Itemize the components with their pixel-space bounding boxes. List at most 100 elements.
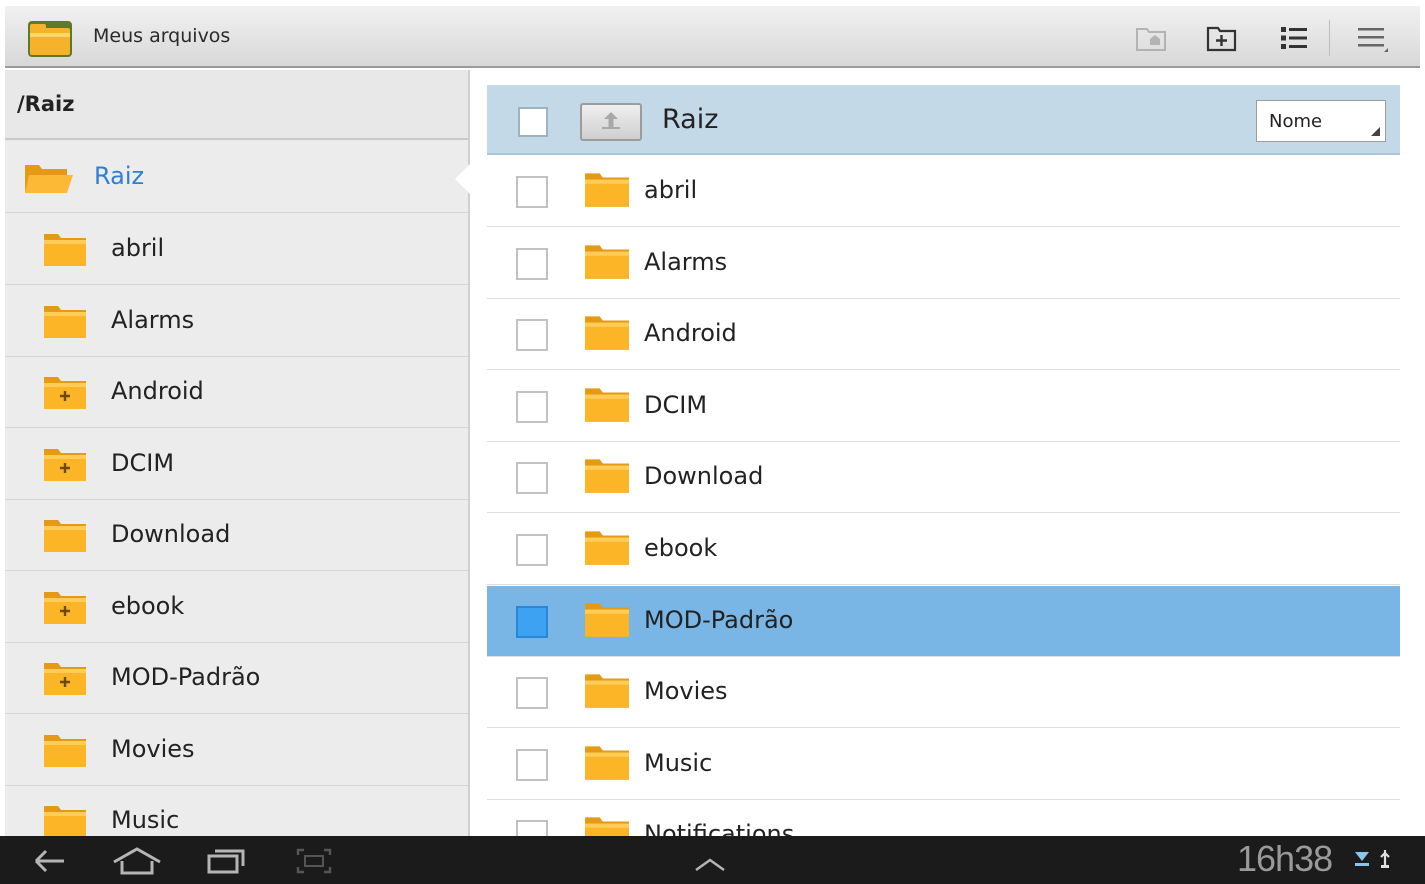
row-checkbox[interactable] bbox=[516, 390, 548, 423]
folder-icon bbox=[584, 528, 630, 570]
tree-item-label: ebook bbox=[111, 591, 185, 620]
screenshot-icon[interactable] bbox=[294, 846, 334, 880]
usb-status-icon bbox=[1377, 848, 1393, 868]
sort-dropdown[interactable]: Nome bbox=[1256, 100, 1386, 142]
tree-item-label: Android bbox=[111, 377, 204, 405]
home-icon[interactable] bbox=[110, 846, 164, 880]
file-name: Alarms bbox=[644, 247, 728, 276]
file-name: Notifications bbox=[644, 820, 795, 836]
selection-pointer bbox=[455, 162, 472, 196]
row-checkbox[interactable] bbox=[516, 319, 548, 352]
folder-icon bbox=[43, 732, 87, 772]
tree-item-root[interactable]: Raiz bbox=[5, 142, 468, 213]
file-row[interactable]: Movies bbox=[487, 657, 1400, 729]
dropdown-corner-icon bbox=[1371, 127, 1380, 136]
folder-icon bbox=[43, 303, 87, 343]
file-row[interactable]: Download bbox=[487, 442, 1400, 514]
folder-icon bbox=[584, 242, 630, 284]
status-icons bbox=[1352, 848, 1393, 870]
folder-icon bbox=[584, 313, 630, 355]
sort-dropdown-value: Nome bbox=[1269, 111, 1323, 132]
path-bar: /Raiz bbox=[5, 70, 468, 140]
folder-icon bbox=[584, 170, 630, 212]
file-name: MOD-Padrão bbox=[644, 605, 794, 634]
tree-item[interactable]: Movies bbox=[5, 715, 468, 786]
list-header-title: Raiz bbox=[662, 104, 719, 135]
tree-item[interactable]: ebook bbox=[5, 572, 468, 643]
file-name: DCIM bbox=[644, 390, 708, 419]
folder-icon bbox=[584, 743, 630, 785]
folder-icon bbox=[584, 456, 630, 498]
row-checkbox[interactable] bbox=[516, 748, 548, 781]
row-checkbox[interactable] bbox=[516, 176, 548, 208]
folder-icon bbox=[584, 671, 630, 713]
file-row[interactable]: Music bbox=[487, 728, 1400, 800]
folder-icon bbox=[584, 385, 630, 427]
tree-item[interactable]: Alarms bbox=[5, 286, 468, 357]
folder-icon bbox=[584, 600, 630, 642]
file-row[interactable]: ebook bbox=[487, 514, 1400, 585]
back-icon[interactable] bbox=[30, 846, 70, 880]
tree-item[interactable]: abril bbox=[5, 214, 468, 285]
file-list-panel: Raiz Nome abril Alarms Android DCIM Download… bbox=[472, 70, 1420, 836]
tree-item-label: Download bbox=[111, 520, 231, 548]
menu-icon[interactable] bbox=[1351, 18, 1393, 58]
file-row[interactable]: abril bbox=[487, 156, 1400, 227]
action-bar-divider bbox=[1329, 20, 1330, 56]
home-folder-icon[interactable] bbox=[1131, 18, 1173, 58]
tree-item-label: Music bbox=[111, 806, 180, 834]
expand-up-icon[interactable] bbox=[690, 846, 730, 880]
up-folder-button[interactable] bbox=[580, 103, 642, 141]
folder-expand-icon bbox=[43, 446, 87, 486]
system-nav-bar: 16h38 bbox=[0, 836, 1425, 884]
new-folder-icon[interactable] bbox=[1201, 18, 1243, 58]
row-checkbox[interactable] bbox=[516, 462, 548, 495]
folder-icon bbox=[43, 517, 87, 557]
tree-item[interactable]: Music bbox=[5, 786, 468, 836]
row-checkbox[interactable] bbox=[516, 677, 548, 710]
file-name: ebook bbox=[644, 534, 718, 562]
current-path: /Raiz bbox=[17, 92, 75, 116]
tree-item-label: abril bbox=[111, 234, 165, 262]
list-view-icon[interactable] bbox=[1274, 18, 1316, 58]
tree-item[interactable]: Android bbox=[5, 357, 468, 428]
folder-icon bbox=[43, 231, 87, 271]
file-name: abril bbox=[644, 176, 698, 204]
select-all-checkbox[interactable] bbox=[518, 107, 548, 137]
file-name: Download bbox=[644, 462, 764, 491]
row-checkbox[interactable] bbox=[516, 247, 548, 280]
tree-item-label: Movies bbox=[111, 734, 195, 763]
tree-item-label: DCIM bbox=[111, 448, 175, 477]
folder-icon bbox=[584, 814, 630, 836]
file-name: Music bbox=[644, 748, 713, 777]
app-folder-icon[interactable] bbox=[27, 20, 73, 58]
file-row[interactable]: Android bbox=[487, 299, 1400, 371]
file-row[interactable]: DCIM bbox=[487, 370, 1400, 442]
file-name: Movies bbox=[644, 677, 728, 706]
open-folder-icon bbox=[23, 159, 73, 201]
row-checkbox[interactable] bbox=[516, 605, 548, 638]
app-title: Meus arquivos bbox=[93, 25, 231, 47]
folder-tree-panel: /Raiz Raiz abril Alarms Android DCIM Downloa… bbox=[5, 70, 470, 836]
file-row[interactable]: Alarms bbox=[487, 227, 1400, 299]
file-name: Android bbox=[644, 319, 737, 348]
recent-apps-icon[interactable] bbox=[204, 846, 248, 880]
tree-item-label: MOD-Padrão bbox=[111, 663, 261, 691]
list-header: Raiz Nome bbox=[487, 85, 1400, 155]
tree-item[interactable]: DCIM bbox=[5, 429, 468, 500]
file-row[interactable]: MOD-Padrão bbox=[487, 585, 1400, 657]
arrow-up-icon bbox=[598, 109, 624, 135]
tree-item-label: Raiz bbox=[94, 162, 145, 190]
tree-item[interactable]: Download bbox=[5, 500, 468, 571]
status-clock: 16h38 bbox=[1237, 838, 1333, 879]
folder-expand-icon bbox=[43, 374, 87, 414]
file-row[interactable]: Notifications bbox=[487, 800, 1400, 836]
folder-icon bbox=[43, 803, 87, 836]
tree-item-label: Alarms bbox=[111, 305, 195, 334]
row-checkbox[interactable] bbox=[516, 534, 548, 566]
folder-expand-icon bbox=[43, 660, 87, 700]
folder-expand-icon bbox=[43, 589, 87, 629]
tree-item[interactable]: MOD-Padrão bbox=[5, 643, 468, 714]
row-checkbox[interactable] bbox=[516, 820, 548, 836]
download-status-icon bbox=[1352, 848, 1377, 867]
